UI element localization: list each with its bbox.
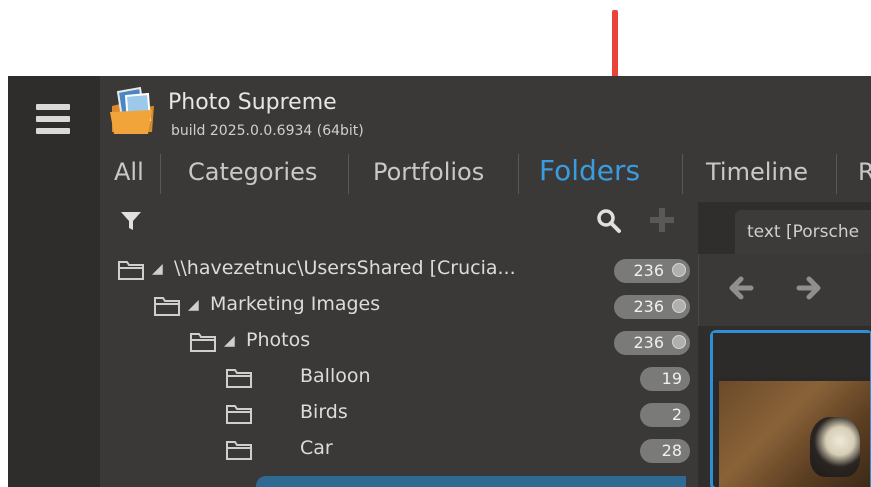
tab-folders[interactable]: Folders	[539, 154, 640, 187]
tab-separator	[836, 154, 837, 194]
tree-row-label: \\havezetnuc\UsersShared [Crucia...	[174, 257, 516, 279]
preview-tab-label: text [Porsche	[747, 222, 860, 242]
app-title: Photo Supreme	[168, 90, 337, 115]
tree-row-label: Car	[300, 437, 333, 459]
tree-row[interactable]: Car 28	[100, 432, 698, 468]
folder-icon	[226, 405, 252, 424]
tab-separator	[682, 154, 683, 194]
folder-icon	[190, 333, 216, 352]
preview-tab[interactable]: text [Porsche	[735, 210, 871, 254]
arrow-right-icon[interactable]	[789, 268, 829, 308]
tree-row-label: Birds	[300, 401, 348, 423]
plus-icon[interactable]	[648, 206, 676, 234]
selected-tree-row[interactable]	[256, 476, 686, 487]
tab-portfolios[interactable]: Portfolios	[373, 158, 484, 186]
folder-icon	[154, 297, 180, 316]
search-icon[interactable]	[596, 208, 622, 234]
expand-triangle-icon[interactable]: ◢	[188, 297, 199, 313]
count-badge: 2	[640, 403, 690, 427]
preview-panel: text [Porsche	[698, 202, 871, 487]
tab-separator	[348, 154, 349, 194]
app-window: Photo Supreme build 2025.0.0.6934 (64bit…	[8, 76, 871, 487]
left-sidebar	[8, 76, 100, 487]
thumbnail-image	[719, 381, 870, 487]
tree-row-label: Photos	[246, 329, 311, 351]
count-badge: 236	[614, 295, 690, 319]
folder-icon	[226, 441, 252, 460]
folder-tree: ◢ \\havezetnuc\UsersShared [Crucia... 23…	[100, 252, 698, 487]
tree-row[interactable]: ◢ Photos 236	[100, 324, 698, 360]
tab-separator	[518, 154, 519, 194]
tree-row[interactable]: ◢ \\havezetnuc\UsersShared [Crucia... 23…	[100, 252, 698, 288]
arrow-left-icon[interactable]	[723, 268, 763, 308]
tree-toolbar	[108, 202, 698, 242]
tab-all[interactable]: All	[114, 158, 144, 186]
thumbnail[interactable]	[710, 330, 871, 487]
tab-categories[interactable]: Categories	[188, 158, 317, 186]
tab-separator	[160, 154, 161, 194]
count-badge: 236	[614, 259, 690, 283]
tree-row[interactable]: Balloon 19	[100, 360, 698, 396]
folder-icon	[226, 369, 252, 388]
expand-triangle-icon[interactable]: ◢	[224, 333, 235, 349]
tree-row-label: Balloon	[300, 365, 371, 387]
app-build: build 2025.0.0.6934 (64bit)	[171, 123, 364, 139]
hamburger-icon[interactable]	[36, 104, 70, 134]
bird-photo	[810, 417, 860, 477]
filter-icon[interactable]	[120, 210, 142, 232]
preview-nav-bar	[698, 254, 871, 326]
tree-row[interactable]: Birds 2	[100, 396, 698, 432]
app-logo-icon	[110, 86, 154, 134]
tree-row[interactable]: ◢ Marketing Images 236	[100, 288, 698, 324]
expand-triangle-icon[interactable]: ◢	[152, 261, 163, 277]
folder-icon	[118, 261, 144, 280]
tab-timeline[interactable]: Timeline	[706, 158, 808, 186]
count-badge: 19	[640, 367, 690, 391]
tab-r[interactable]: R	[858, 158, 871, 186]
count-badge: 28	[640, 439, 690, 463]
thumbnail-header	[713, 333, 870, 377]
tab-bar: All Categories Portfolios Folders Timeli…	[108, 154, 871, 194]
count-badge: 236	[614, 331, 690, 355]
tree-row-label: Marketing Images	[210, 293, 381, 315]
